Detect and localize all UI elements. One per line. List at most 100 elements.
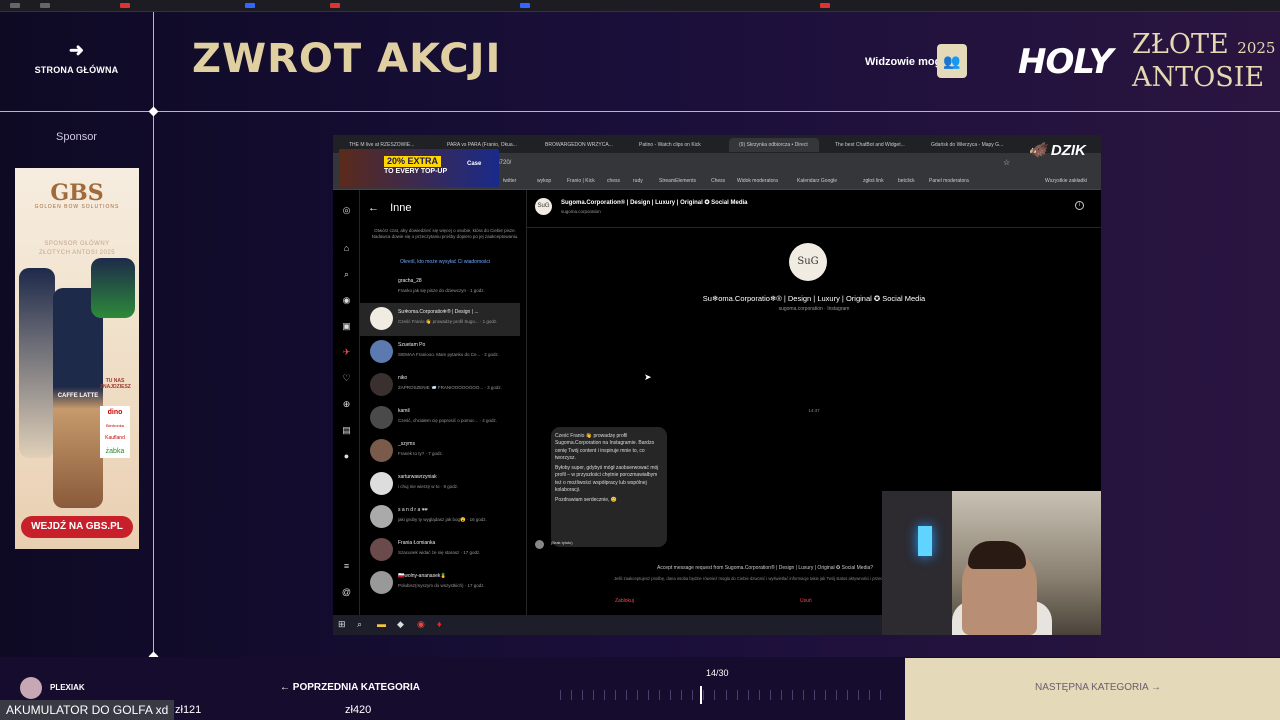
progress-tick [725,690,727,700]
explore-icon[interactable]: ◉ [341,295,352,306]
progress-tick [880,690,881,700]
conversation-name: Szuetam Po [398,342,426,348]
conversation-name: kamil [398,408,410,414]
avatar[interactable]: ● [341,451,352,461]
messages-icon[interactable]: ✈ [341,347,352,358]
instagram-nav-rail: ◎ ⌂ ⌕ ◉ ▣ ✈ ♡ ⊕ ▤ ● ≡ @ [333,190,360,615]
progress-tick [571,690,573,700]
progress-tick [813,690,815,700]
conversation-name: niko [398,375,408,381]
instagram-icon[interactable]: ◎ [341,205,352,216]
divider-diamond [148,106,159,117]
next-category-link[interactable]: NASTĘPNA KATEGORIA → [1035,682,1161,693]
progress-tick [736,690,738,700]
bookmark[interactable]: Wszystkie zakładki [1045,178,1087,184]
star-icon[interactable]: ☆ [1003,158,1010,167]
progress-tick [824,690,826,700]
list-item[interactable]: kamil Cześć, chciałem cię poprosić o pom… [360,402,520,435]
attachment-label[interactable]: (Brak tytułu) [551,540,573,545]
app-icon[interactable]: ♦ [437,619,442,629]
progress-tick [615,690,617,700]
webcam-wall [882,491,952,635]
chat-header: SuG Sugoma.Corporation® | Design | Luxur… [527,190,1101,228]
divider-top [0,111,1280,112]
avatar [535,540,544,549]
chat-name[interactable]: Sugoma.Corporation® | Design | Luxury | … [561,199,748,206]
viewers-button[interactable]: 👥 [937,44,967,78]
list-item[interactable]: niko ZAPROSZENIE 📨 FRANIOOOOOOOO... · 3 … [360,369,520,402]
bookmark[interactable]: Kalendarz Google [797,178,837,184]
home-icon[interactable]: ⌂ [341,243,352,253]
list-item[interactable]: gracha_28 Franko jak się pisze do dziewc… [360,270,520,303]
list-item[interactable]: Szuetam Po SIEMAA Franiooo. Mam pytanko … [360,336,520,369]
bookmark[interactable]: chess [607,178,620,184]
page-title: ZWROT AKCJI [192,36,502,82]
list-item[interactable]: Frania Łomianka Szacunek widać że się st… [360,534,520,567]
progress-tick [868,690,870,700]
home-button[interactable]: ➜ STRONA GŁÓWNA [0,40,153,75]
info-icon[interactable]: i [1075,201,1084,210]
avatar [370,538,393,561]
delete-button[interactable]: Usuń [800,598,812,604]
shop-kaufland: Kaufland [105,435,125,441]
list-item-selected[interactable]: Su❄oma.Corporatio❄® | Design | ... Cześć… [360,303,520,336]
conversation-preview: Cześć, chciałem cię poprosić o pomoc... … [398,418,498,423]
reels-icon[interactable]: ▣ [341,321,352,332]
progress-tick [802,690,804,700]
bookmark[interactable]: twitter [503,178,516,184]
browser-tab[interactable]: The best ChatBot and Widget... [825,138,917,152]
block-button[interactable]: Zablokuj [615,598,634,604]
zlote-antosie-logo: ZŁOTE 2025 ANTOSIE [1132,30,1275,92]
progress-tick [769,690,771,700]
browser-tab-active[interactable]: (9) Skrzynka odbiorcza • Direct [729,138,819,152]
bookmark[interactable]: StreamElements [659,178,696,184]
conversation-preview: Szacunek widać że się starasz · 17 godz. [398,550,481,555]
logo-zlote-text: ZŁOTE [1132,29,1229,60]
list-header: ← Inne [368,202,411,214]
prev-category-button[interactable]: ← POPRZEDNIA KATEGORIA [280,682,420,693]
sponsor-cta-button[interactable]: WEJDŹ NA GBS.PL [21,516,133,538]
bookmark[interactable]: Panel moderatora [929,178,969,184]
threads-icon[interactable]: @ [341,587,352,597]
back-arrow-icon[interactable]: ← [368,202,379,214]
avatar[interactable]: SuG [535,198,552,215]
menu-icon[interactable]: ≡ [341,561,352,571]
bookmark[interactable]: rudy [633,178,643,184]
progress-tick [659,690,661,700]
requests-settings-link[interactable]: Określ, kto może wysyłać Ci wiadomości [370,259,520,265]
progress-tick [604,690,606,700]
browser-tab[interactable]: Patino - Watch clips on Kick [629,138,725,152]
browser-tab[interactable]: BROWARGEDON WRZYCA... [535,138,625,152]
chrome-icon[interactable]: ◉ [417,619,425,630]
bookmark[interactable]: Widok moderatora [737,178,778,184]
progress-tick [560,690,561,700]
list-item[interactable]: xarturwawrzyniak i chuj nie wierzę w to … [360,468,520,501]
bookmark[interactable]: Franio | Kick [567,178,595,184]
promo-banner[interactable]: 20% EXTRA TO EVERY TOP-UP Case [339,149,499,187]
arrow-left-icon: ➜ [68,40,85,60]
list-item[interactable]: 🇵🇱wolny-ananasek🍍 Polubisz(myszym do wsz… [360,567,520,600]
mouse-cursor-icon: ➤ [644,372,652,382]
search-icon[interactable]: ⌕ [357,619,362,630]
bookmark[interactable]: Chess [711,178,725,184]
app-icon[interactable]: ◆ [397,619,404,630]
folder-icon[interactable]: ▬ [377,619,386,629]
conversation-preview: Cześć Franio 👋 prowadzę profil Sugo... ·… [398,319,498,324]
conversation-name: xarturwawrzyniak [398,474,437,480]
search-icon[interactable]: ⌕ [341,269,352,280]
bookmark[interactable]: betclick [898,178,915,184]
list-item[interactable]: s a n d r a 🕶 jaki gruby ty wyglądasz ja… [360,501,520,534]
bookmark[interactable]: zgłoś link [863,178,884,184]
webcam-light [918,526,932,556]
heart-icon[interactable]: ♡ [341,373,352,384]
sponsor-ad[interactable]: GBS GOLDEN BOW SOLUTIONS SPONSOR GŁÓWNY … [15,168,139,549]
windows-start-icon[interactable]: ⊞ [338,619,346,630]
list-item[interactable]: _szyms Franek to ty? · 7 godz. [360,435,520,468]
avatar [370,307,393,330]
browser-tab[interactable]: Gdańsk do Wierzyca - Mapy G... [921,138,1013,152]
webcam-person-hair [968,541,1026,569]
create-icon[interactable]: ⊕ [341,399,352,410]
profile-avatar[interactable]: SuG [789,243,827,281]
dashboard-icon[interactable]: ▤ [341,425,352,436]
bookmark[interactable]: wykop [537,178,551,184]
